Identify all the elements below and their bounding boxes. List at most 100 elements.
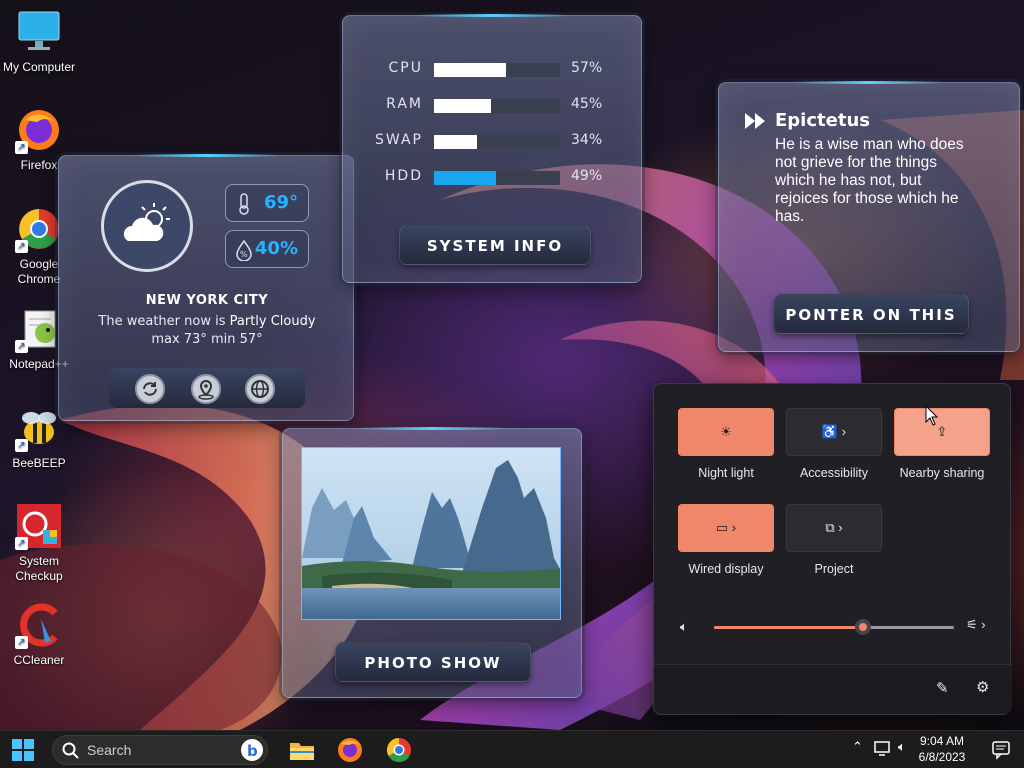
refresh-icon [143, 382, 157, 396]
weather-now-prefix: The weather now is [98, 314, 226, 329]
volume-icon[interactable]: 🔈︎ [898, 740, 906, 755]
accessibility-toggle[interactable]: ♿ › [786, 408, 882, 456]
tile-label: Nearby sharing [899, 466, 985, 480]
temperature-value: 69° [263, 192, 298, 213]
humidity-value: 40% [254, 238, 298, 259]
project-toggle[interactable]: ⧉ › [786, 504, 882, 552]
fast-forward-icon [745, 113, 767, 133]
partly-cloudy-icon [101, 180, 193, 272]
notepadpp-icon: ↗ [15, 305, 63, 353]
night-light-icon: ☀ [720, 424, 732, 439]
svg-text:b: b [247, 742, 258, 760]
desktop-icon-ccleaner[interactable]: ↗ CCleaner [0, 601, 78, 667]
search-placeholder: Search [87, 742, 132, 758]
system-info-widget: CPU 57% RAM 45% SWAP 34% HDD 49% SYSTEM … [342, 14, 643, 283]
tile-label: Project [814, 562, 854, 576]
meter-percent: 49% [571, 168, 603, 184]
firefox-icon [338, 738, 362, 762]
cpu-meter: CPU 57% [343, 60, 643, 80]
location-button[interactable] [191, 374, 221, 404]
tile-label: Accessibility [799, 466, 869, 480]
show-hidden-icons-chevron-icon[interactable]: ⌃ [852, 740, 863, 755]
meter-percent: 34% [571, 132, 603, 148]
clock-date: 6/8/2023 [918, 750, 966, 764]
thermometer-icon [234, 193, 254, 215]
chrome-taskbar-button[interactable] [385, 736, 413, 764]
system-checkup-icon: ↗ [15, 502, 63, 550]
quick-settings-panel: ☀ Night light ♿ › Accessibility ⇪ Nearby… [653, 383, 1012, 715]
desktop-icon-label: System Checkup [15, 554, 63, 583]
nearby-sharing-toggle[interactable]: ⇪ [894, 408, 990, 456]
volume-fill [714, 626, 863, 629]
audio-output-icon[interactable]: ⚟ › [966, 617, 986, 633]
start-button[interactable] [12, 739, 34, 765]
desktop-icon-label: BeeBEEP [12, 456, 66, 470]
desktop-icon-label: My Computer [2, 60, 76, 74]
globe-icon [251, 380, 269, 398]
bee-icon: ↗ [15, 404, 63, 452]
quick-settings-footer: ✎ ⚙ [654, 664, 1012, 714]
notifications-button[interactable] [992, 740, 1012, 764]
meter-fill [434, 171, 496, 185]
volume-slider[interactable] [714, 619, 954, 635]
photo-show-button[interactable]: PHOTO SHOW [335, 642, 531, 682]
meter-label: SWAP [375, 132, 423, 148]
night-light-toggle[interactable]: ☀ [678, 408, 774, 456]
volume-thumb[interactable] [854, 619, 871, 635]
ponter-on-this-button[interactable]: PONTER ON THIS [773, 294, 969, 334]
location-pin-icon [198, 379, 214, 400]
weather-actions [109, 368, 305, 408]
photo-widget: PHOTO SHOW [282, 427, 582, 698]
gear-icon[interactable]: ⚙ [976, 678, 989, 696]
firefox-taskbar-button[interactable] [336, 736, 364, 764]
taskbar-clock[interactable]: 9:04 AM 6/8/2023 [912, 733, 972, 765]
chrome-icon [386, 738, 411, 763]
weather-condition-line: The weather now is Partly Cloudy [59, 314, 355, 329]
ram-meter: RAM 45% [343, 96, 643, 116]
weather-widget: 69° % 40% NEW YORK CITY The weather now … [58, 154, 355, 421]
network-icon[interactable] [874, 740, 892, 762]
edit-pencil-icon[interactable]: ✎ [936, 679, 949, 697]
meter-fill [434, 135, 477, 149]
temperature-box: 69° [225, 184, 309, 222]
monitor-icon [15, 8, 63, 56]
quote-text: He is a wise man who does not grieve for… [775, 136, 964, 225]
tile-label: Night light [698, 466, 754, 480]
meter-track [434, 135, 560, 149]
globe-button[interactable] [245, 374, 275, 404]
meter-label: HDD [384, 168, 423, 184]
meter-label: CPU [388, 60, 423, 76]
desktop-icon-my-computer[interactable]: My Computer [0, 8, 78, 74]
wired-display-toggle[interactable]: ▭ › [678, 504, 774, 552]
search-icon [62, 742, 79, 759]
taskbar: Search b ⌃ 🔈︎ 9:04 AM 6/8/2023 [0, 730, 1024, 768]
speaker-icon[interactable]: 🔈︎ [680, 619, 688, 635]
weather-condition: Partly Cloudy [229, 314, 316, 329]
meter-fill [434, 99, 491, 113]
file-explorer-taskbar-button[interactable] [288, 736, 316, 764]
meter-percent: 57% [571, 60, 603, 76]
taskbar-search[interactable]: Search b [52, 735, 268, 765]
meter-track [434, 63, 560, 77]
notification-bell-icon [992, 741, 1010, 760]
ccleaner-icon: ↗ [15, 601, 63, 649]
desktop-icon-label: CCleaner [13, 653, 65, 667]
meter-percent: 45% [571, 96, 603, 112]
project-icon: ⧉ › [825, 520, 843, 535]
bing-icon: b [241, 739, 263, 761]
cast-icon: ▭ › [715, 520, 737, 535]
city-name: NEW YORK CITY [145, 293, 269, 308]
system-info-button[interactable]: SYSTEM INFO [399, 225, 591, 265]
quote-author: Epictetus [775, 110, 870, 131]
windows-logo-icon [12, 739, 34, 761]
swap-meter: SWAP 34% [343, 132, 643, 152]
desktop-icon-system-checkup[interactable]: ↗ System Checkup [0, 502, 78, 584]
quote-widget: Epictetus He is a wise man who does not … [718, 81, 1020, 352]
chrome-icon: ↗ [15, 205, 63, 253]
meter-fill [434, 63, 506, 77]
weather-range: max 73° min 57° [151, 332, 263, 347]
landscape-photo [301, 447, 561, 620]
clock-time: 9:04 AM [919, 734, 965, 748]
tile-label: Wired display [688, 562, 764, 576]
refresh-button[interactable] [135, 374, 165, 404]
